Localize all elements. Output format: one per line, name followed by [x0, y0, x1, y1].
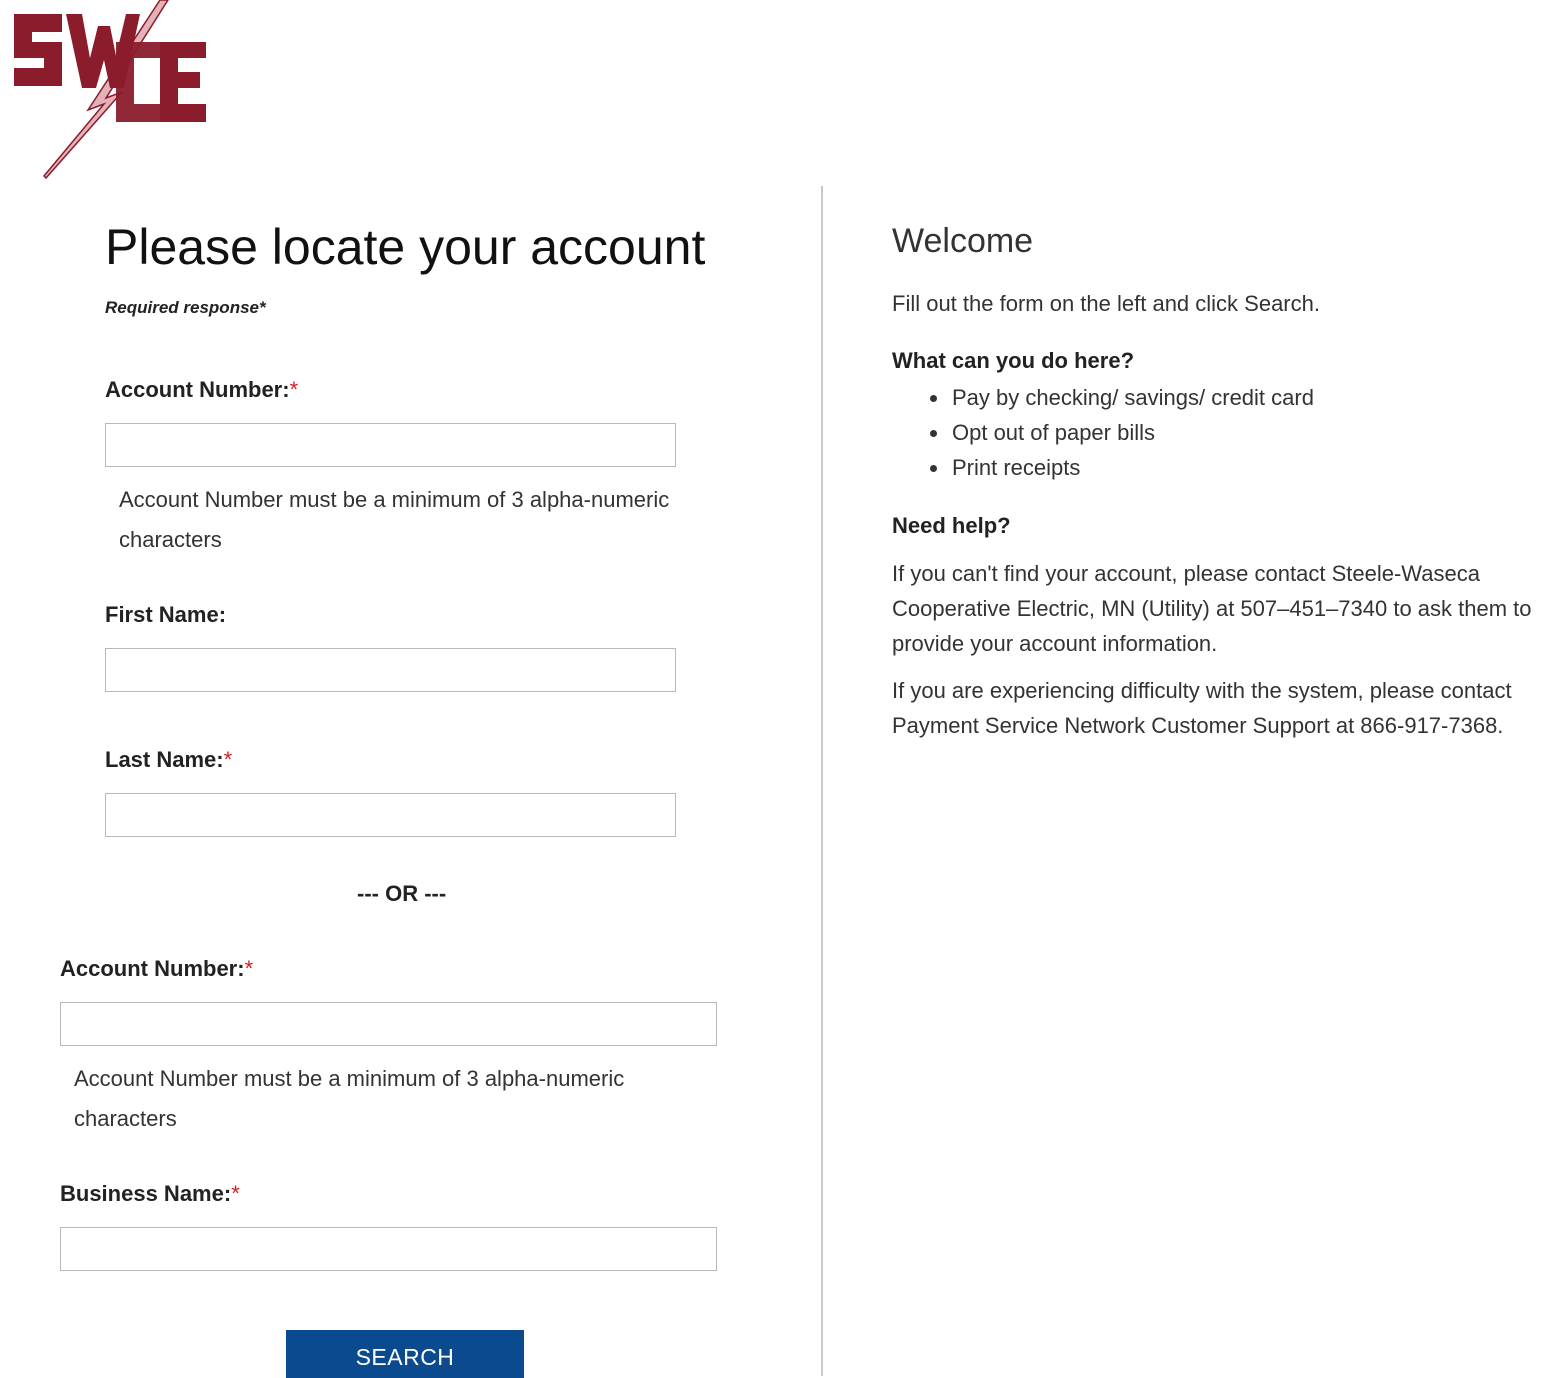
required-marker: *: [223, 747, 233, 772]
or-separator: --- OR ---: [357, 881, 447, 906]
column-divider: [821, 186, 823, 1376]
list-item: Pay by checking/ savings/ credit card: [950, 380, 1314, 415]
business-name-input[interactable]: [60, 1227, 717, 1271]
account-number-label: Account Number:*: [105, 377, 299, 402]
company-logo: [14, 0, 206, 180]
need-help-heading: Need help?: [892, 513, 1011, 538]
last-name-input[interactable]: [105, 793, 676, 837]
required-note: Required response*: [105, 298, 266, 317]
utility-contact-text: If you can't find your account, please c…: [892, 561, 1532, 656]
account-number-label-2: Account Number:*: [60, 956, 254, 981]
search-button[interactable]: SEARCH: [286, 1330, 524, 1378]
list-item: Print receipts: [950, 450, 1314, 485]
first-name-label: First Name:: [105, 602, 227, 627]
required-marker: *: [231, 1181, 240, 1206]
page-title: Please locate your account: [105, 219, 706, 275]
account-number-hint-2: Account Number must be a minimum of 3 al…: [74, 1066, 625, 1131]
first-name-input[interactable]: [105, 648, 676, 692]
list-item: Opt out of paper bills: [950, 415, 1314, 450]
welcome-title: Welcome: [892, 222, 1034, 260]
intro-text: Fill out the form on the left and click …: [892, 291, 1320, 316]
account-number-input[interactable]: [105, 423, 676, 467]
required-marker: *: [244, 956, 254, 981]
last-name-label: Last Name:*: [105, 747, 233, 772]
required-marker: *: [289, 377, 299, 402]
features-list: Pay by checking/ savings/ credit card Op…: [892, 380, 1314, 485]
account-number-hint: Account Number must be a minimum of 3 al…: [119, 487, 670, 552]
what-can-you-do-heading: What can you do here?: [892, 348, 1135, 373]
business-name-label: Business Name:*: [60, 1181, 240, 1206]
account-number-input-2[interactable]: [60, 1002, 717, 1046]
support-contact-text: If you are experiencing difficulty with …: [892, 678, 1512, 738]
